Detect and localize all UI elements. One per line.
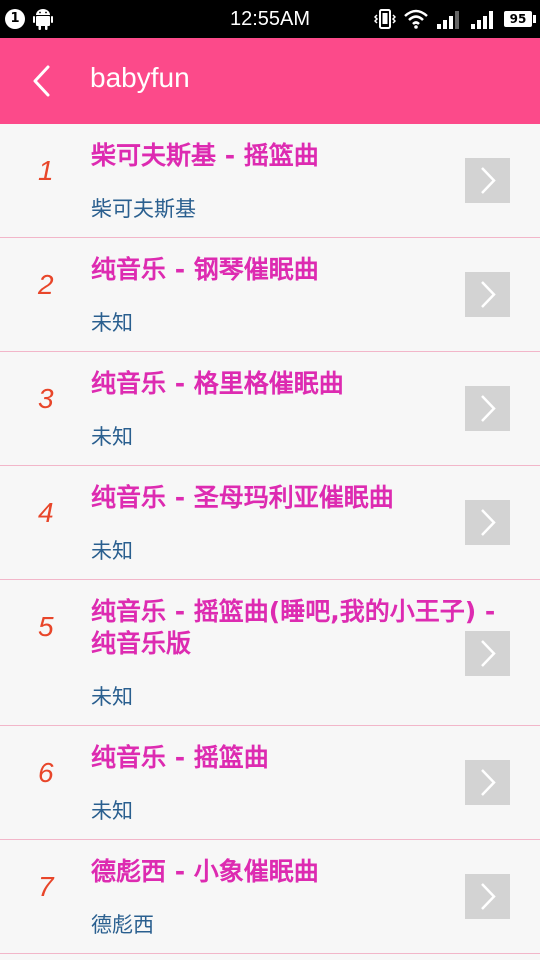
chevron-right-button[interactable] xyxy=(465,760,510,805)
wifi-icon xyxy=(404,9,428,29)
song-artist: 未知 xyxy=(91,799,133,823)
chevron-left-icon xyxy=(33,65,50,97)
chevron-right-icon xyxy=(481,769,496,796)
song-artist: 未知 xyxy=(91,425,133,449)
song-number: 3 xyxy=(38,383,54,414)
chevron-right-button[interactable] xyxy=(465,874,510,919)
song-number: 6 xyxy=(38,757,54,788)
song-artist: 未知 xyxy=(91,311,133,335)
status-bar: 1 12:55AM 95 xyxy=(0,0,540,38)
song-title: 柴可夫斯基 - 摇篮曲 xyxy=(91,141,319,170)
song-row[interactable]: 3 纯音乐 - 格里格催眠曲 未知 xyxy=(0,352,540,466)
chevron-right-icon xyxy=(481,883,496,910)
chevron-right-icon xyxy=(481,509,496,536)
song-title: 纯音乐 - 摇篮曲(睡吧,我的小王子) - 纯音乐版 xyxy=(91,597,496,658)
chevron-right-icon xyxy=(481,167,496,194)
back-button[interactable] xyxy=(22,58,66,104)
song-number: 1 xyxy=(38,155,54,186)
song-artist: 德彪西 xyxy=(91,913,154,937)
song-number: 7 xyxy=(38,871,54,902)
song-title: 德彪西 - 小象催眠曲 xyxy=(91,857,319,886)
chevron-right-button[interactable] xyxy=(465,631,510,676)
song-row[interactable]: 7 德彪西 - 小象催眠曲 德彪西 xyxy=(0,840,540,954)
vibrate-icon xyxy=(374,9,396,29)
song-title: 纯音乐 - 格里格催眠曲 xyxy=(91,369,344,398)
song-row[interactable]: 1 柴可夫斯基 - 摇篮曲 柴可夫斯基 xyxy=(0,124,540,238)
chevron-right-icon xyxy=(481,281,496,308)
song-title: 纯音乐 - 摇篮曲 xyxy=(91,743,269,772)
chevron-right-button[interactable] xyxy=(465,386,510,431)
signal-2-icon xyxy=(471,11,493,29)
chevron-right-button[interactable] xyxy=(465,272,510,317)
battery-icon: 95 xyxy=(504,11,536,27)
song-number: 2 xyxy=(38,269,54,300)
song-row[interactable]: 6 纯音乐 - 摇篮曲 未知 xyxy=(0,726,540,840)
signal-icon xyxy=(437,11,459,29)
song-artist: 未知 xyxy=(91,685,133,709)
chevron-right-button[interactable] xyxy=(465,500,510,545)
song-artist: 未知 xyxy=(91,539,133,563)
chevron-right-icon xyxy=(481,640,496,667)
chevron-right-button[interactable] xyxy=(465,158,510,203)
song-title: 纯音乐 - 钢琴催眠曲 xyxy=(91,255,319,284)
app-bar: babyfun xyxy=(0,38,540,124)
song-artist: 柴可夫斯基 xyxy=(91,197,196,221)
song-row[interactable]: 5 纯音乐 - 摇篮曲(睡吧,我的小王子) - 纯音乐版 未知 xyxy=(0,580,540,726)
song-row[interactable]: 2 纯音乐 - 钢琴催眠曲 未知 xyxy=(0,238,540,352)
song-number: 4 xyxy=(38,497,54,528)
chevron-right-icon xyxy=(481,395,496,422)
song-number: 5 xyxy=(38,611,54,642)
status-icons: 95 xyxy=(374,8,536,30)
app-title: babyfun xyxy=(90,62,190,93)
song-row[interactable]: 4 纯音乐 - 圣母玛利亚催眠曲 未知 xyxy=(0,466,540,580)
song-title: 纯音乐 - 圣母玛利亚催眠曲 xyxy=(91,483,394,512)
song-list: 1 柴可夫斯基 - 摇篮曲 柴可夫斯基 2 纯音乐 - 钢琴催眠曲 未知 3 纯… xyxy=(0,124,540,954)
